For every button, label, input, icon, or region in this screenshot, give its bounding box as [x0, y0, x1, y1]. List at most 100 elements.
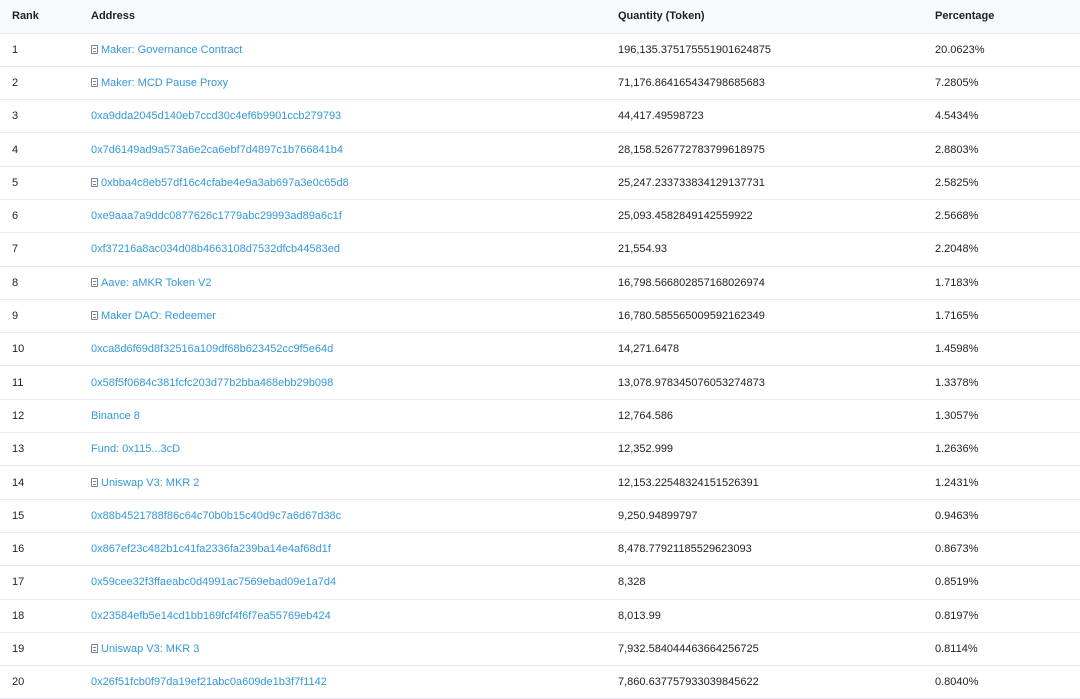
quantity-cell: 196,135.375175551901624875 — [618, 33, 935, 67]
holder-address-label: 0x7d6149ad9a573a6e2ca6ebf7d4897c1b766841… — [91, 143, 344, 156]
rank-cell: 10 — [0, 332, 91, 367]
holder-address-link[interactable]: 0xbba4c8eb57df16c4cfabe4e9a3ab697a3e0c65… — [91, 177, 349, 189]
rank-column-header: Rank — [0, 0, 91, 34]
table-row: 7 0xf37216a8ac034d08b4663108d7532dfcb4458… — [0, 232, 1080, 267]
holder-address-link[interactable]: 0xca8d6f69d8f32516a109df68b623452cc9f5e6… — [91, 343, 333, 355]
table-row: 10 0xca8d6f69d8f32516a109df68b623452cc9f5… — [0, 332, 1080, 367]
holder-address-label: Maker: MCD Pause Proxy — [101, 76, 229, 89]
table-row: 2 Maker: MCD Pause Proxy 71,176.8641654347… — [0, 66, 1080, 101]
holder-address-label: 0xe9aaa7a9ddc0877626c1779abc29993ad89a6c… — [91, 210, 342, 223]
percentage-cell: 0.8114% — [935, 632, 1080, 667]
quantity-cell: 8,328 — [618, 565, 935, 600]
token-holders-table: Rank Address Quantity (Token) Percentage… — [0, 0, 1080, 699]
table-row: 13 Fund: 0x115...3cD 12,352.999 1.2636% — [0, 432, 1080, 467]
holder-address-label: Uniswap V3: MKR 3 — [101, 642, 200, 655]
quantity-cell: 7,932.584044463664256725 — [618, 632, 935, 667]
quantity-cell: 21,554.93 — [618, 232, 935, 267]
holder-address-link[interactable]: 0xe9aaa7a9ddc0877626c1779abc29993ad89a6c… — [91, 210, 342, 222]
rank-cell: 9 — [0, 299, 91, 334]
percentage-cell: 0.8040% — [935, 665, 1080, 699]
address-cell: 0x58f5f0684c381fcfc203d77b2bba468ebb29b0… — [91, 365, 618, 400]
quantity-cell: 25,247.233733834129137731 — [618, 166, 935, 200]
rank-cell: 16 — [0, 532, 91, 567]
holder-address-link[interactable]: 0x26f51fcb0f97da19ef21abc0a609de1b3f7f11… — [91, 676, 327, 688]
holder-address-link[interactable]: 0x23584efb5e14cd1bb169fcf4f6f7ea55769eb4… — [91, 610, 331, 622]
percentage-cell: 1.4598% — [935, 332, 1080, 367]
contract-file-icon — [91, 643, 98, 653]
quantity-cell: 71,176.864165434798685683 — [618, 66, 935, 101]
holder-address-link[interactable]: Uniswap V3: MKR 3 — [91, 643, 199, 655]
rank-cell: 6 — [0, 199, 91, 234]
address-cell: Fund: 0x115...3cD — [91, 432, 618, 467]
holder-address-label: 0x58f5f0684c381fcfc203d77b2bba468ebb29b0… — [91, 376, 334, 389]
holder-address-link[interactable]: 0xa9dda2045d140eb7ccd30c4ef6b9901ccb2797… — [91, 110, 341, 122]
address-cell: 0x23584efb5e14cd1bb169fcf4f6f7ea55769eb4… — [91, 599, 618, 633]
holder-address-link[interactable]: Maker: Governance Contract — [91, 44, 242, 56]
rank-cell: 18 — [0, 599, 91, 633]
contract-file-icon — [91, 311, 98, 321]
table-row: 8 Aave: aMKR Token V2 16,798.5668028571680… — [0, 266, 1080, 300]
table-row: 9 Maker DAO: Redeemer 16,780.5855650095921… — [0, 299, 1080, 334]
holder-address-label: Binance 8 — [91, 409, 140, 422]
holder-address-link[interactable]: 0x59cee32f3ffaeabc0d4991ac7569ebad09e1a7… — [91, 576, 336, 588]
holder-address-link[interactable]: Maker: MCD Pause Proxy — [91, 77, 228, 89]
holder-address-label: 0x59cee32f3ffaeabc0d4991ac7569ebad09e1a7… — [91, 576, 337, 589]
holder-address-link[interactable]: Uniswap V3: MKR 2 — [91, 477, 199, 489]
table-row: 12 Binance 8 12,764.586 1.3057% — [0, 399, 1080, 434]
contract-file-icon — [91, 44, 98, 54]
address-cell: 0x26f51fcb0f97da19ef21abc0a609de1b3f7f11… — [91, 665, 618, 699]
holder-address-link[interactable]: 0x88b4521788f86c64c70b0b15c40d9c7a6d67d3… — [91, 510, 341, 522]
rank-cell: 19 — [0, 632, 91, 667]
percentage-cell: 1.3378% — [935, 365, 1080, 400]
percentage-cell: 2.5668% — [935, 199, 1080, 234]
table-row: 18 0x23584efb5e14cd1bb169fcf4f6f7ea55769e… — [0, 599, 1080, 633]
table-row: 4 0x7d6149ad9a573a6e2ca6ebf7d4897c1b76684… — [0, 132, 1080, 167]
holder-address-link[interactable]: Binance 8 — [91, 410, 140, 422]
holder-address-link[interactable]: 0xf37216a8ac034d08b4663108d7532dfcb44583… — [91, 243, 340, 255]
rank-cell: 17 — [0, 565, 91, 600]
quantity-cell: 16,798.566802857168026974 — [618, 266, 935, 300]
percentage-cell: 1.7183% — [935, 266, 1080, 300]
rank-cell: 20 — [0, 665, 91, 699]
percentage-cell: 2.2048% — [935, 232, 1080, 267]
holder-address-label: 0x88b4521788f86c64c70b0b15c40d9c7a6d67d3… — [91, 509, 342, 522]
address-cell: 0xe9aaa7a9ddc0877626c1779abc29993ad89a6c… — [91, 199, 618, 234]
quantity-cell: 12,352.999 — [618, 432, 935, 467]
table-row: 1 Maker: Governance Contract 196,135.37517… — [0, 33, 1080, 67]
contract-file-icon — [91, 477, 98, 487]
quantity-cell: 25,093.4582849142559922 — [618, 199, 935, 234]
contract-file-icon — [91, 77, 98, 87]
contract-file-icon — [91, 277, 98, 287]
address-cell: Maker: Governance Contract — [91, 33, 618, 67]
holder-address-link[interactable]: 0x7d6149ad9a573a6e2ca6ebf7d4897c1b766841… — [91, 144, 343, 156]
percentage-cell: 1.2431% — [935, 465, 1080, 500]
holder-address-link[interactable]: 0x58f5f0684c381fcfc203d77b2bba468ebb29b0… — [91, 377, 333, 389]
address-cell: 0x867ef23c482b1c41fa2336fa239ba14e4af68d… — [91, 532, 618, 567]
quantity-cell: 14,271.6478 — [618, 332, 935, 367]
percentage-cell: 1.2636% — [935, 432, 1080, 467]
holder-address-link[interactable]: Fund: 0x115...3cD — [91, 443, 180, 455]
percentage-cell: 4.5434% — [935, 99, 1080, 134]
percentage-cell: 0.8673% — [935, 532, 1080, 567]
quantity-cell: 28,158.526772783799618975 — [618, 132, 935, 167]
percentage-cell: 1.7165% — [935, 299, 1080, 334]
address-cell: Uniswap V3: MKR 2 — [91, 465, 618, 500]
quantity-cell: 9,250.94899797 — [618, 499, 935, 533]
quantity-cell: 44,417.49598723 — [618, 99, 935, 134]
holder-address-link[interactable]: Maker DAO: Redeemer — [91, 310, 216, 322]
holder-address-link[interactable]: Aave: aMKR Token V2 — [91, 277, 211, 289]
percentage-cell: 0.9463% — [935, 499, 1080, 533]
table-row: 3 0xa9dda2045d140eb7ccd30c4ef6b9901ccb279… — [0, 99, 1080, 134]
quantity-cell: 12,153.22548324151526391 — [618, 465, 935, 500]
table-row: 20 0x26f51fcb0f97da19ef21abc0a609de1b3f7f… — [0, 665, 1080, 699]
holder-address-label: 0x26f51fcb0f97da19ef21abc0a609de1b3f7f11… — [91, 676, 327, 689]
table-row: 5 0xbba4c8eb57df16c4cfabe4e9a3ab697a3e0c6… — [0, 166, 1080, 200]
address-cell: Maker: MCD Pause Proxy — [91, 66, 618, 101]
percentage-cell: 0.8197% — [935, 599, 1080, 633]
address-cell: Maker DAO: Redeemer — [91, 299, 618, 334]
rank-cell: 5 — [0, 166, 91, 200]
table-row: 14 Uniswap V3: MKR 2 12,153.22548324151526… — [0, 465, 1080, 500]
quantity-cell: 8,013.99 — [618, 599, 935, 633]
percentage-column-header: Percentage — [935, 0, 1080, 34]
holder-address-link[interactable]: 0x867ef23c482b1c41fa2336fa239ba14e4af68d… — [91, 543, 331, 555]
